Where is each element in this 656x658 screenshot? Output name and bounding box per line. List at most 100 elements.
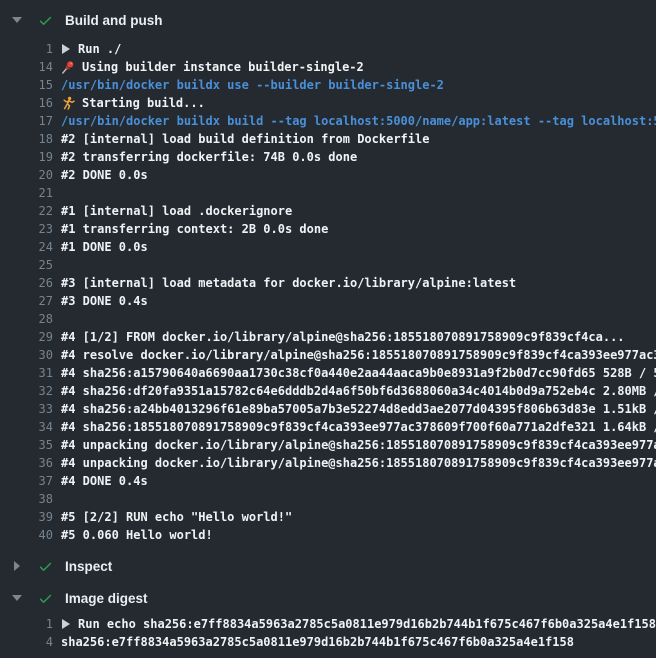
log-line: 4 sha256:e7ff8834a5963a2785c5a0811e979d1… [0,633,656,651]
section-header-inspect[interactable]: Inspect [0,552,656,580]
pushpin-icon [61,60,75,74]
line-number[interactable]: 26 [0,274,53,292]
expand-group-icon[interactable] [62,44,70,54]
line-number[interactable]: 20 [0,166,53,184]
line-number[interactable]: 35 [0,436,53,454]
log-text: #2 transferring dockerfile: 74B 0.0s don… [61,148,656,166]
section-title: Inspect [65,559,112,574]
log-line: 29 #4 [1/2] FROM docker.io/library/alpin… [0,328,656,346]
log-text: #4 sha256:185518070891758909c9f839cf4ca3… [61,418,656,436]
line-number[interactable]: 36 [0,454,53,472]
log-text: Starting build... [61,94,656,112]
log-text: #1 [internal] load .dockerignore [61,202,656,220]
log-line: 36 #4 unpacking docker.io/library/alpine… [0,454,656,472]
log-text: #5 0.060 Hello world! [61,526,656,544]
log-line: 34 #4 sha256:185518070891758909c9f839cf4… [0,418,656,436]
log-line: 15 /usr/bin/docker buildx use --builder … [0,76,656,94]
line-number[interactable]: 38 [0,490,53,508]
log-text: #4 DONE 0.4s [61,472,656,490]
log-line: 35 #4 unpacking docker.io/library/alpine… [0,436,656,454]
log-text: #2 DONE 0.0s [61,166,656,184]
line-number[interactable]: 33 [0,400,53,418]
line-number[interactable]: 1 [0,40,53,58]
log-line: 31 #4 sha256:a15790640a6690aa1730c38cf0a… [0,364,656,382]
log-text: #4 resolve docker.io/library/alpine@sha2… [61,346,656,364]
log-lines: 1 Run echo sha256:e7ff8834a5963a2785c5a0… [0,615,656,651]
log-text: #4 [1/2] FROM docker.io/library/alpine@s… [61,328,656,346]
log-text: #2 [internal] load build definition from… [61,130,656,148]
line-number[interactable]: 19 [0,148,53,166]
section-header-build-and-push[interactable]: Build and push [0,6,656,34]
line-number[interactable]: 34 [0,418,53,436]
line-number[interactable]: 23 [0,220,53,238]
line-number[interactable]: 40 [0,526,53,544]
log-line: 19 #2 transferring dockerfile: 74B 0.0s … [0,148,656,166]
log-line: 28 [0,310,656,328]
log-line: 1 Run ./ [0,40,656,58]
log-line: 38 [0,490,656,508]
line-number[interactable]: 14 [0,58,53,76]
log-text: /usr/bin/docker buildx build --tag local… [61,112,656,130]
runner-icon [61,96,75,110]
log-line: 14 Using builder instance builder-single… [0,58,656,76]
line-number[interactable]: 25 [0,256,53,274]
line-number[interactable]: 27 [0,292,53,310]
line-number[interactable]: 24 [0,238,53,256]
section-title: Build and push [65,13,163,28]
log-text: sha256:e7ff8834a5963a2785c5a0811e979d16b… [61,633,656,651]
log-line: 40 #5 0.060 Hello world! [0,526,656,544]
log-line: 25 [0,256,656,274]
log-text: #4 unpacking docker.io/library/alpine@sh… [61,436,656,454]
log-lines: 1 Run ./ 14 Using builder instance build… [0,40,656,544]
log-line: 30 #4 resolve docker.io/library/alpine@s… [0,346,656,364]
log-line: 16 Starting build... [0,94,656,112]
log-section-image-digest: Image digest 1 Run echo sha256:e7ff8834a… [0,584,656,651]
chevron-down-icon[interactable] [12,17,22,23]
success-check-icon [37,12,53,28]
success-check-icon [37,558,53,574]
line-number[interactable]: 16 [0,94,53,112]
log-line: 27 #3 DONE 0.4s [0,292,656,310]
chevron-right-icon[interactable] [12,561,22,571]
log-line: 21 [0,184,656,202]
line-number[interactable]: 30 [0,346,53,364]
line-number[interactable]: 28 [0,310,53,328]
line-number[interactable]: 17 [0,112,53,130]
log-text: /usr/bin/docker buildx use --builder bui… [61,76,656,94]
line-number[interactable]: 4 [0,633,53,651]
log-line: 39 #5 [2/2] RUN echo "Hello world!" [0,508,656,526]
log-line: 18 #2 [internal] load build definition f… [0,130,656,148]
log-line: 17 /usr/bin/docker buildx build --tag lo… [0,112,656,130]
expand-group-icon[interactable] [62,619,70,629]
log-line: 32 #4 sha256:df20fa9351a15782c64e6dddb2d… [0,382,656,400]
line-number[interactable]: 32 [0,382,53,400]
log-text: #5 [2/2] RUN echo "Hello world!" [61,508,656,526]
line-number[interactable]: 21 [0,184,53,202]
log-text: #3 [internal] load metadata for docker.i… [61,274,656,292]
line-number[interactable]: 18 [0,130,53,148]
log-section-inspect: Inspect [0,552,656,580]
log-text: Run echo sha256:e7ff8834a5963a2785c5a081… [61,615,656,633]
log-text: #4 unpacking docker.io/library/alpine@sh… [61,454,656,472]
log-text: #4 sha256:df20fa9351a15782c64e6dddb2d4a6… [61,382,656,400]
line-number[interactable]: 1 [0,615,53,633]
section-header-image-digest[interactable]: Image digest [0,584,656,612]
line-number[interactable]: 15 [0,76,53,94]
line-number[interactable]: 37 [0,472,53,490]
chevron-down-icon[interactable] [12,595,22,601]
line-number[interactable]: 31 [0,364,53,382]
log-text: #4 sha256:a24bb4013296f61e89ba57005a7b3e… [61,400,656,418]
log-line: 22 #1 [internal] load .dockerignore [0,202,656,220]
log-line: 23 #1 transferring context: 2B 0.0s done [0,220,656,238]
log-text: #1 DONE 0.0s [61,238,656,256]
log-text: #3 DONE 0.4s [61,292,656,310]
line-number[interactable]: 29 [0,328,53,346]
log-text: Run ./ [61,40,656,58]
line-number[interactable]: 39 [0,508,53,526]
line-number[interactable]: 22 [0,202,53,220]
section-title: Image digest [65,591,148,606]
log-text: #4 sha256:a15790640a6690aa1730c38cf0a440… [61,364,656,382]
log-text: Using builder instance builder-single-2 [61,58,656,76]
log-section-build-and-push: Build and push 1 Run ./ 14 Using builder… [0,6,656,544]
log-line: 24 #1 DONE 0.0s [0,238,656,256]
